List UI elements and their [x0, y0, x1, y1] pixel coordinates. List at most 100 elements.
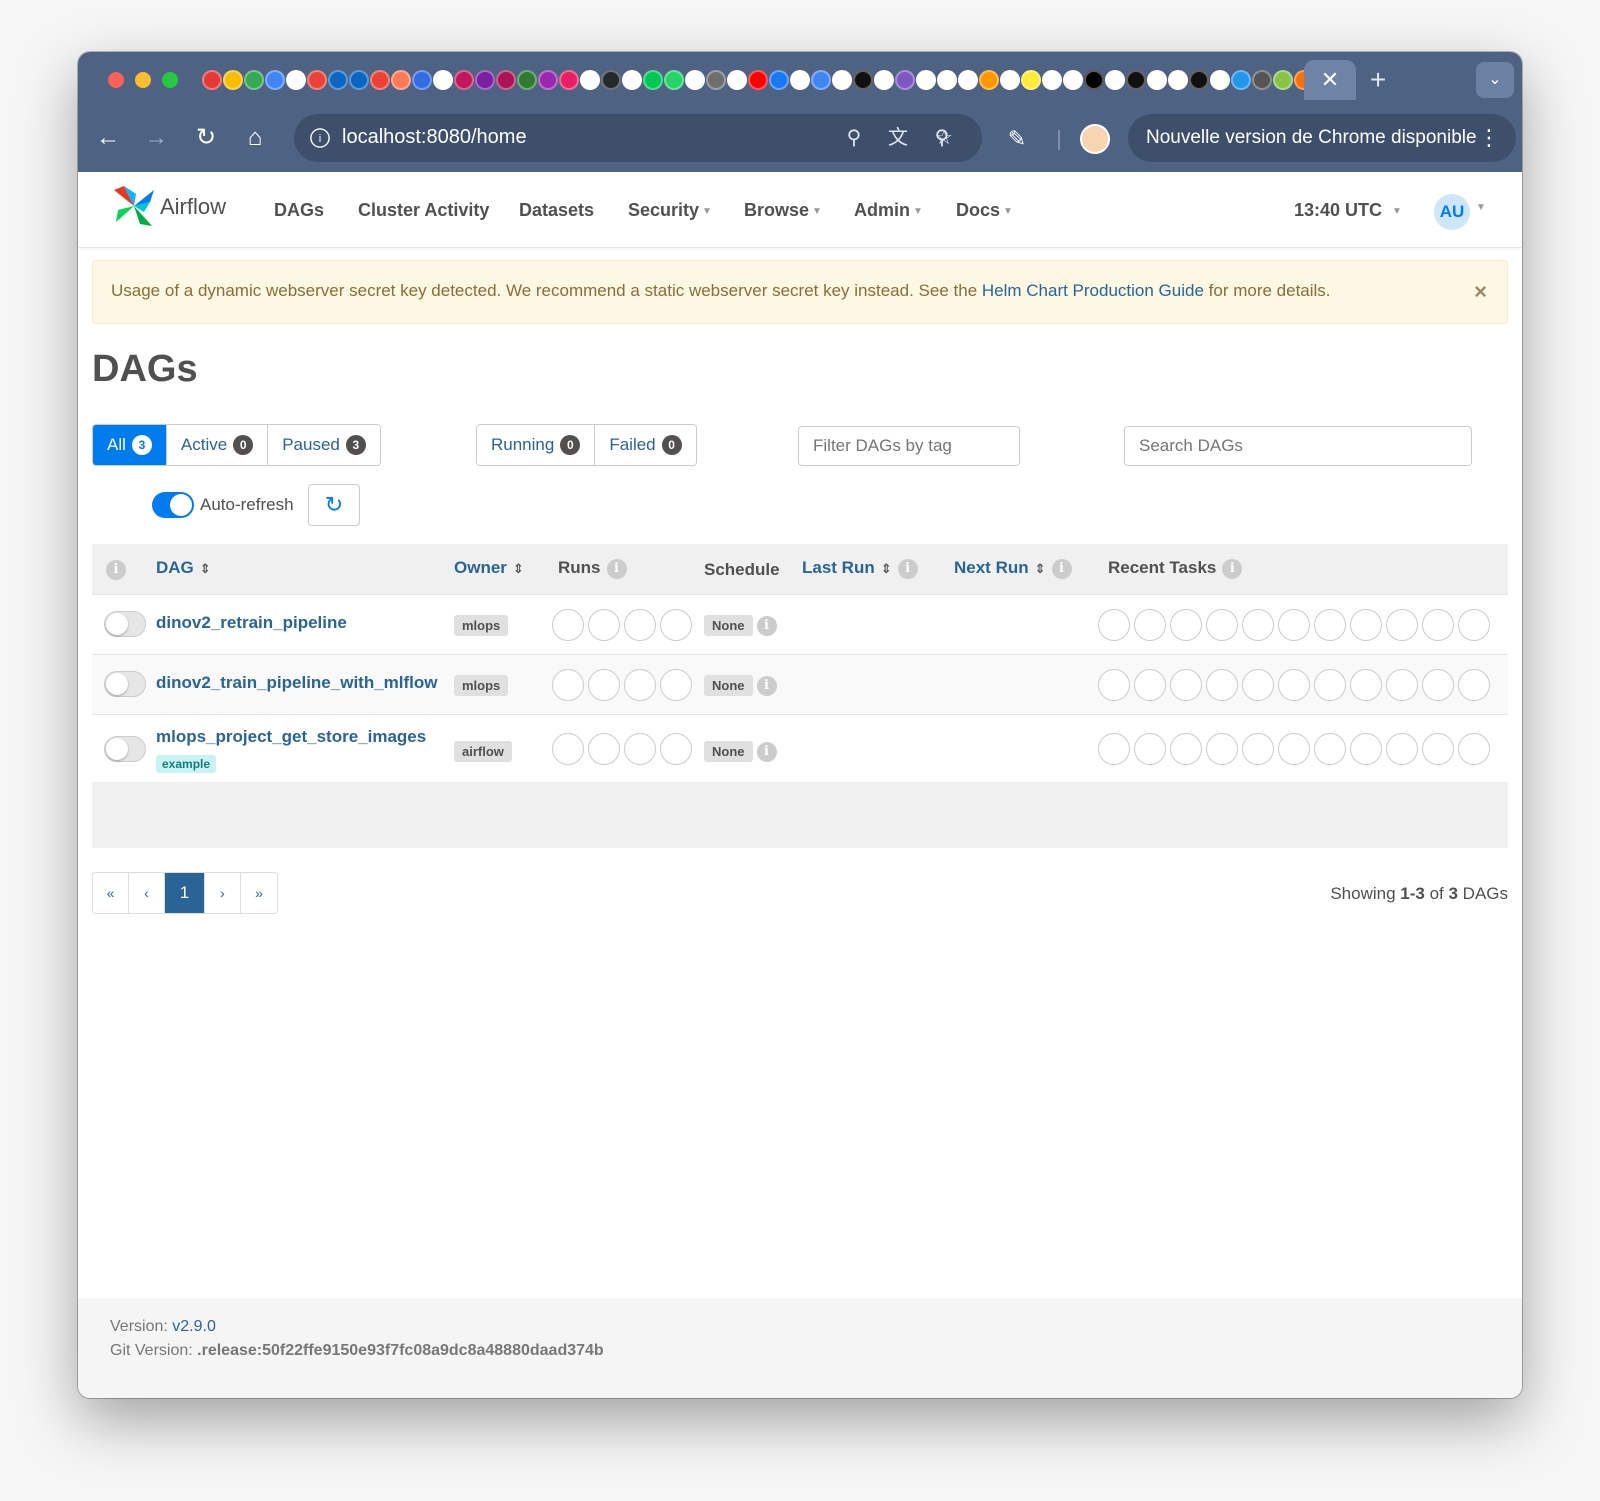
run-state-circle[interactable] — [552, 733, 584, 765]
task-state-circle[interactable] — [1314, 733, 1346, 765]
pinned-tab-favicon-icon[interactable] — [1105, 70, 1125, 90]
tab-close-icon[interactable]: ✕ — [1304, 60, 1356, 100]
task-state-circle[interactable] — [1242, 733, 1274, 765]
task-state-circle[interactable] — [1422, 733, 1454, 765]
pause-toggle[interactable] — [104, 611, 146, 637]
task-state-circle[interactable] — [1278, 733, 1310, 765]
pinned-tab-favicon-icon[interactable] — [937, 70, 957, 90]
maximize-window-button[interactable] — [162, 72, 178, 88]
pinned-tab-favicon-icon[interactable] — [538, 70, 558, 90]
pinned-tab-favicon-icon[interactable] — [244, 70, 264, 90]
task-state-circle[interactable] — [1458, 733, 1490, 765]
pinned-tab-favicon-icon[interactable] — [412, 70, 432, 90]
pinned-tab-favicon-icon[interactable] — [916, 70, 936, 90]
pinned-tab-favicon-icon[interactable] — [664, 70, 684, 90]
task-state-circle[interactable] — [1314, 609, 1346, 641]
close-window-button[interactable] — [108, 72, 124, 88]
pinned-tab-favicon-icon[interactable] — [328, 70, 348, 90]
task-state-circle[interactable] — [1386, 609, 1418, 641]
bookmark-star-icon[interactable]: ☆ — [930, 124, 958, 152]
back-arrow-icon[interactable]: ← — [88, 118, 128, 158]
pinned-tab-favicon-icon[interactable] — [370, 70, 390, 90]
task-state-circle[interactable] — [1350, 733, 1382, 765]
nav-dags[interactable]: DAGs — [274, 200, 324, 221]
pinned-tab-favicon-icon[interactable] — [475, 70, 495, 90]
filter-active-button[interactable]: Active 0 — [166, 425, 269, 465]
header-last-run[interactable]: Last Run ⇕ i — [802, 558, 918, 579]
dag-tag[interactable]: example — [156, 755, 217, 773]
pinned-tab-favicon-icon[interactable] — [349, 70, 369, 90]
run-state-circle[interactable] — [588, 609, 620, 641]
pinned-tab-favicon-icon[interactable] — [1042, 70, 1062, 90]
filter-paused-button[interactable]: Paused 3 — [268, 425, 380, 465]
info-icon[interactable]: i — [606, 558, 627, 579]
task-state-circle[interactable] — [1458, 609, 1490, 641]
pinned-tab-favicon-icon[interactable] — [790, 70, 810, 90]
current-page-button[interactable]: 1 — [165, 873, 205, 913]
pause-toggle[interactable] — [104, 671, 146, 697]
timezone-clock[interactable]: 13:40 UTC ▼ — [1294, 200, 1402, 221]
header-info-icon[interactable]: i — [106, 559, 126, 580]
owner-badge[interactable]: mlops — [454, 675, 509, 696]
helm-chart-guide-link[interactable]: Helm Chart Production Guide — [982, 281, 1204, 300]
pinned-tab-favicon-icon[interactable] — [1273, 70, 1293, 90]
filter-failed-button[interactable]: Failed 0 — [595, 425, 696, 465]
task-state-circle[interactable] — [1314, 669, 1346, 701]
refresh-icon[interactable]: ↻ — [308, 484, 360, 526]
run-state-circle[interactable] — [624, 609, 656, 641]
header-next-run[interactable]: Next Run ⇕ i — [954, 558, 1072, 579]
password-key-icon[interactable]: ⚲ — [840, 124, 868, 152]
nav-admin[interactable]: Admin ▼ — [854, 200, 923, 221]
alert-close-icon[interactable]: × — [1474, 279, 1487, 305]
version-link[interactable]: v2.9.0 — [172, 1318, 216, 1335]
pinned-tab-favicon-icon[interactable] — [979, 70, 999, 90]
header-dag[interactable]: DAG ⇕ — [156, 558, 211, 578]
pinned-tab-favicon-icon[interactable] — [601, 70, 621, 90]
airflow-brand[interactable]: Airflow — [160, 194, 226, 220]
pinned-tab-favicon-icon[interactable] — [433, 70, 453, 90]
info-icon[interactable]: i — [1051, 558, 1072, 579]
reload-icon[interactable]: ↻ — [186, 118, 226, 158]
task-state-circle[interactable] — [1278, 609, 1310, 641]
info-icon[interactable]: i — [897, 558, 918, 579]
pinned-tab-favicon-icon[interactable] — [748, 70, 768, 90]
dag-link[interactable]: dinov2_train_pipeline_with_mlflow — [156, 673, 438, 693]
last-page-button[interactable]: » — [241, 873, 277, 913]
pinned-tab-favicon-icon[interactable] — [706, 70, 726, 90]
pinned-tab-favicon-icon[interactable] — [496, 70, 516, 90]
task-state-circle[interactable] — [1422, 609, 1454, 641]
task-state-circle[interactable] — [1134, 609, 1166, 641]
nav-security[interactable]: Security ▼ — [628, 200, 712, 221]
nav-browse[interactable]: Browse ▼ — [744, 200, 822, 221]
pinned-tab-favicon-icon[interactable] — [286, 70, 306, 90]
pinned-tab-favicon-icon[interactable] — [1147, 70, 1167, 90]
pinned-tab-favicon-icon[interactable] — [769, 70, 789, 90]
translate-icon[interactable]: 文 — [884, 124, 912, 152]
task-state-circle[interactable] — [1170, 609, 1202, 641]
dag-link[interactable]: dinov2_retrain_pipeline — [156, 613, 347, 633]
task-state-circle[interactable] — [1134, 733, 1166, 765]
airflow-logo-icon[interactable] — [110, 182, 158, 230]
run-state-circle[interactable] — [660, 669, 692, 701]
pinned-tab-favicon-icon[interactable] — [958, 70, 978, 90]
extensions-puzzle-icon[interactable]: ✎ — [1002, 124, 1032, 154]
task-state-circle[interactable] — [1134, 669, 1166, 701]
pinned-tab-favicon-icon[interactable] — [811, 70, 831, 90]
run-state-circle[interactable] — [552, 669, 584, 701]
run-state-circle[interactable] — [588, 733, 620, 765]
nav-docs[interactable]: Docs ▼ — [956, 200, 1013, 221]
run-state-circle[interactable] — [552, 609, 584, 641]
chrome-update-button[interactable]: Nouvelle version de Chrome disponible ⋮ — [1128, 114, 1516, 162]
task-state-circle[interactable] — [1206, 733, 1238, 765]
pinned-tab-favicon-icon[interactable] — [307, 70, 327, 90]
info-icon[interactable]: i — [756, 741, 777, 762]
task-state-circle[interactable] — [1170, 733, 1202, 765]
task-state-circle[interactable] — [1386, 669, 1418, 701]
forward-arrow-icon[interactable]: → — [136, 118, 176, 158]
site-info-icon[interactable]: i — [310, 128, 330, 148]
pinned-tab-favicon-icon[interactable] — [1252, 70, 1272, 90]
pinned-tab-favicon-icon[interactable] — [202, 70, 222, 90]
pinned-tab-favicon-icon[interactable] — [643, 70, 663, 90]
pinned-tab-favicon-icon[interactable] — [1000, 70, 1020, 90]
pinned-tab-favicon-icon[interactable] — [853, 70, 873, 90]
